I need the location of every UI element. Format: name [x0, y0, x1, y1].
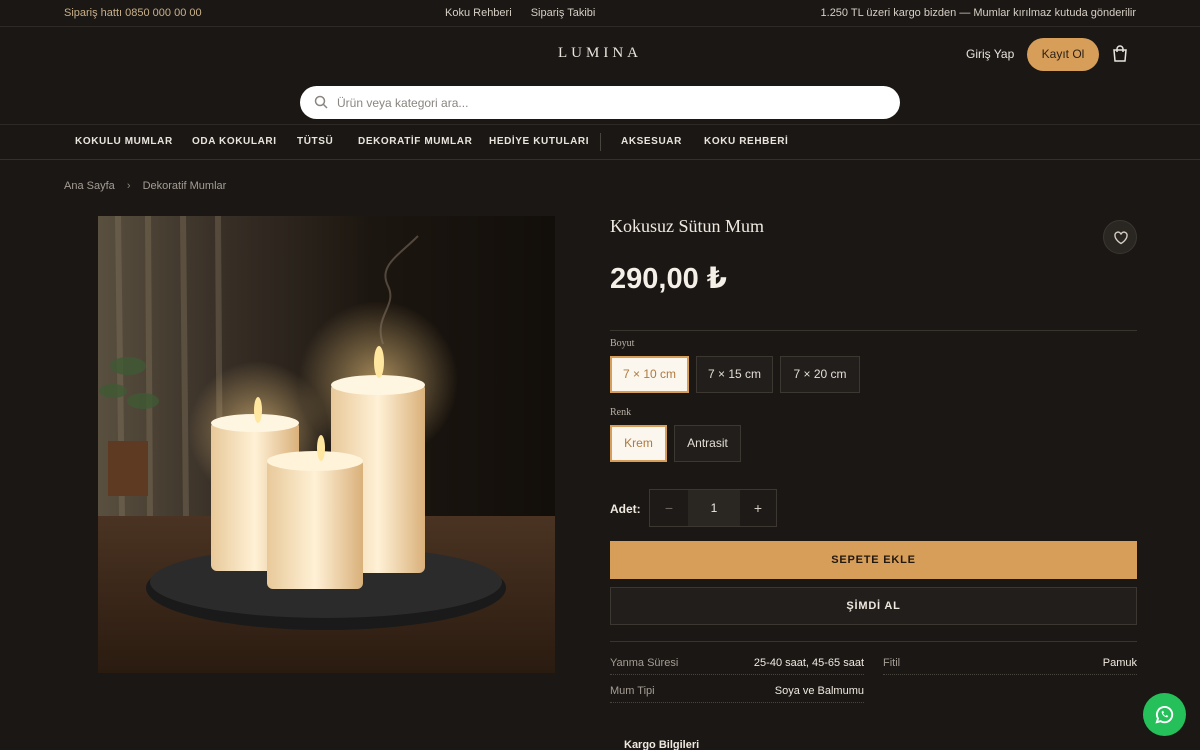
spec-key: Mum Tipi [610, 685, 655, 697]
breadcrumb: Ana Sayfa › Dekoratif Mumlar [64, 180, 226, 192]
topbar-link-koku-rehberi[interactable]: Koku Rehberi [445, 7, 512, 19]
spec-row-wax-type: Mum Tipi Soya ve Balmumu [610, 681, 864, 703]
size-option-7x20[interactable]: 7 × 20 cm [780, 356, 860, 393]
quantity-value[interactable]: 1 [688, 490, 740, 526]
quantity-stepper: − 1 + [649, 489, 777, 527]
spec-row-burn-time: Yanma Süresi 25-40 saat, 45-65 saat [610, 653, 864, 675]
size-option-7x15[interactable]: 7 × 15 cm [696, 356, 773, 393]
color-label: Renk [610, 407, 632, 418]
nav-divider [600, 133, 601, 151]
price-divider [610, 330, 1137, 331]
product-price: 290,00 ₺ [610, 263, 727, 295]
product-title: Kokusuz Sütun Mum [610, 216, 765, 236]
spec-value: Pamuk [1102, 657, 1137, 669]
nav-item-tutsu[interactable]: TÜTSÜ [297, 136, 333, 147]
main-navigation: KOKULU MUMLAR ODA KOKULARI TÜTSÜ DEKORAT… [0, 124, 1200, 160]
brand-logo[interactable]: LUMINA [0, 45, 1200, 62]
whatsapp-icon [1155, 706, 1174, 724]
candles-photo [98, 216, 555, 673]
quantity-decrease-button[interactable]: − [650, 490, 688, 526]
top-announcement-bar: Sipariş hattı 0850 000 00 00 Koku Rehber… [0, 0, 1200, 27]
search-icon [314, 95, 328, 109]
nav-item-koku-rehberi[interactable]: KOKU REHBERİ [704, 136, 788, 147]
hotline-text: Sipariş hattı 0850 000 00 00 [64, 7, 202, 19]
whatsapp-button[interactable] [1143, 693, 1186, 736]
buy-now-button[interactable]: ŞİMDİ AL [610, 587, 1137, 625]
nav-item-dekoratif-mumlar[interactable]: DEKORATİF MUMLAR [358, 136, 472, 147]
product-image[interactable] [98, 216, 555, 673]
register-button[interactable]: Kayıt Ol [1027, 38, 1099, 71]
size-option-7x10[interactable]: 7 × 10 cm [610, 356, 689, 393]
quantity-label: Adet: [610, 502, 641, 516]
color-option-krem[interactable]: Krem [610, 425, 667, 462]
topbar-link-siparis-takibi[interactable]: Sipariş Takibi [531, 7, 596, 19]
chevron-right-icon: › [126, 180, 131, 192]
specs-divider [610, 641, 1137, 642]
nav-item-aksesuar[interactable]: AKSESUAR [621, 136, 682, 147]
color-option-antrasit[interactable]: Antrasit [674, 425, 741, 462]
spec-row-wick: Fitil Pamuk [883, 653, 1137, 675]
spec-key: Fitil [883, 657, 901, 669]
breadcrumb-home[interactable]: Ana Sayfa [64, 180, 115, 192]
breadcrumb-current: Dekoratif Mumlar [142, 180, 227, 192]
search-bar [300, 86, 900, 119]
size-label: Boyut [610, 338, 635, 349]
quantity-increase-button[interactable]: + [740, 490, 776, 526]
shopping-bag-icon [1113, 45, 1127, 62]
shipping-note: 1.250 TL üzeri kargo bizden — Mumlar kır… [820, 7, 1136, 19]
add-to-cart-button[interactable]: SEPETE EKLE [610, 541, 1137, 579]
spec-value: 25-40 saat, 45-65 saat [753, 657, 864, 669]
cart-button[interactable] [1110, 44, 1130, 64]
shipping-info-tab[interactable]: Kargo Bilgileri [624, 739, 699, 750]
favorite-button[interactable] [1103, 220, 1137, 254]
spec-value: Soya ve Balmumu [774, 685, 864, 697]
topbar-links: Koku Rehberi Sipariş Takibi [445, 7, 611, 19]
heart-icon [1114, 231, 1128, 245]
nav-item-hediye-kutulari[interactable]: HEDİYE KUTULARI [489, 136, 589, 147]
search-input[interactable] [337, 86, 877, 119]
spec-key: Yanma Süresi [610, 657, 679, 669]
nav-item-oda-kokulari[interactable]: ODA KOKULARI [192, 136, 277, 147]
login-link[interactable]: Giriş Yap [966, 47, 1014, 61]
nav-item-kokulu-mumlar[interactable]: KOKULU MUMLAR [75, 136, 173, 147]
